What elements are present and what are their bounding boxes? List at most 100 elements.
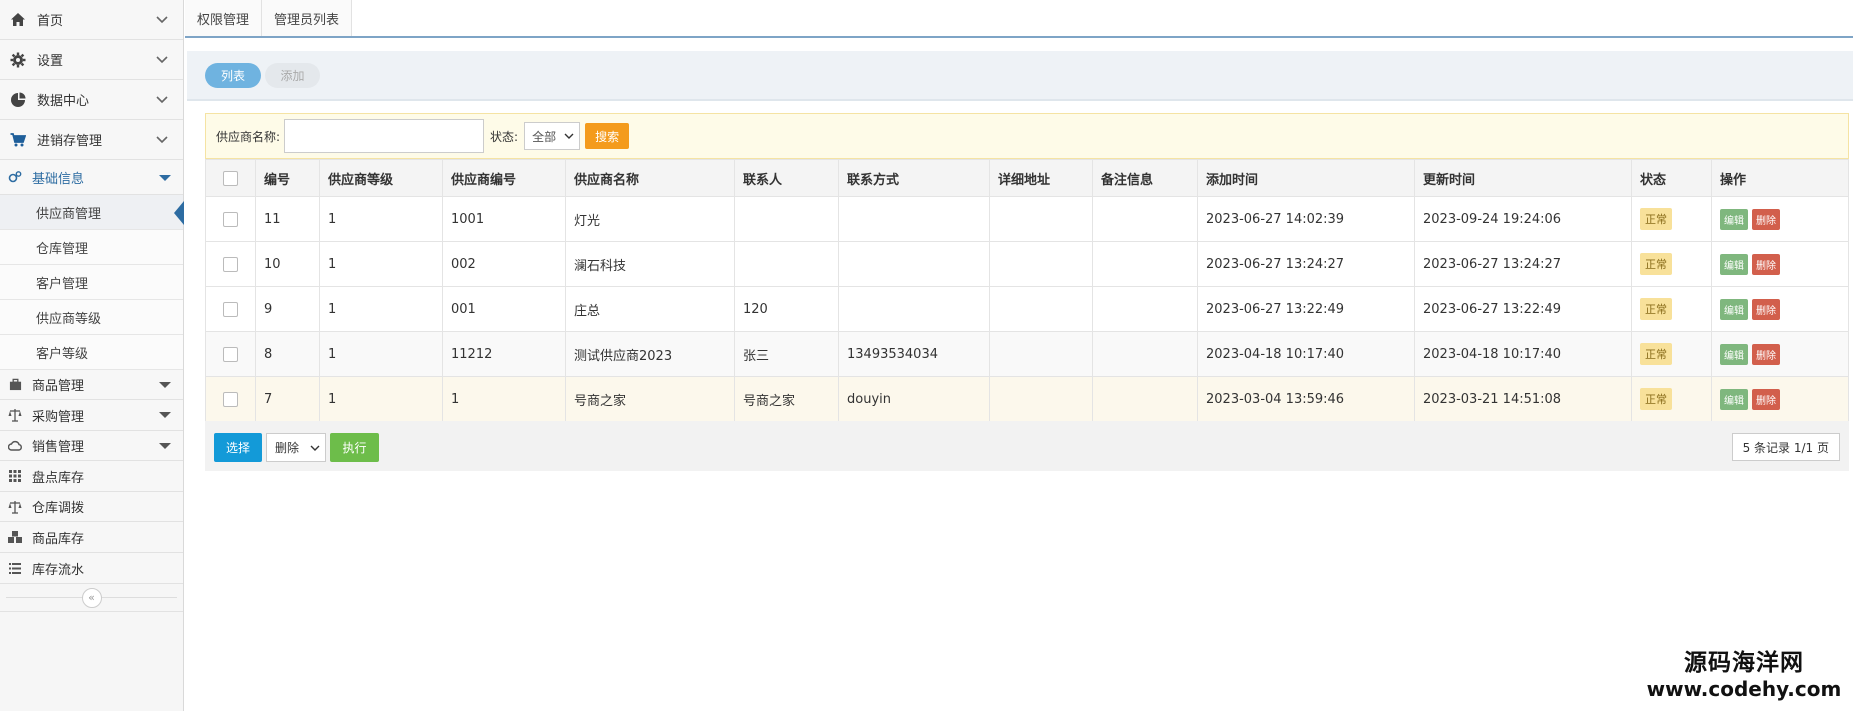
cell-actions: 编辑 删除 [1711, 286, 1849, 332]
chevron-down-icon [156, 96, 168, 104]
pie-chart-icon [8, 90, 28, 110]
delete-button[interactable]: 删除 [1752, 388, 1780, 410]
cell-updated: 2023-03-21 14:51:08 [1414, 376, 1632, 422]
search-bar: 供应商名称: 状态: 全部 搜索 [205, 113, 1849, 159]
status-badge: 正常 [1640, 388, 1672, 410]
row-checkbox[interactable] [223, 346, 238, 362]
cell-actions: 编辑 删除 [1711, 196, 1849, 242]
status-select[interactable]: 全部 [524, 122, 581, 150]
cell-actions: 编辑 删除 [1711, 376, 1849, 422]
cell-phone [838, 286, 990, 332]
nav-basic-info[interactable]: 基础信息 [0, 160, 183, 195]
nav-data-center-label: 数据中心 [37, 94, 90, 109]
cell-note [1092, 286, 1198, 332]
cell-contact [734, 241, 839, 287]
nav-supplier-level[interactable]: 供应商等级 [0, 300, 183, 335]
nav-warehouse-transfer[interactable]: 仓库调拨 [0, 492, 183, 522]
execute-button[interactable]: 执行 [330, 433, 379, 462]
row-select-cell [205, 241, 256, 287]
row-checkbox[interactable] [223, 211, 238, 227]
nav-customer-management[interactable]: 客户管理 [0, 265, 183, 300]
cell-level: 1 [319, 196, 443, 242]
cell-address [989, 286, 1093, 332]
cell-id: 9 [255, 286, 320, 332]
row-select-cell [205, 331, 256, 377]
header-note: 备注信息 [1092, 159, 1198, 197]
cell-id: 8 [255, 331, 320, 377]
nav-product-management[interactable]: 商品管理 [0, 370, 183, 400]
nav-supplier-management[interactable]: 供应商管理 [0, 195, 184, 230]
cell-phone: douyin [838, 376, 990, 422]
tab-admin-list[interactable]: 管理员列表 [262, 0, 353, 36]
cell-updated: 2023-06-27 13:22:49 [1414, 286, 1632, 332]
nav-data-center[interactable]: 数据中心 [0, 80, 183, 120]
nav-warehouse-transfer-label: 仓库调拨 [32, 501, 85, 516]
cart-icon [8, 130, 28, 150]
tab-list[interactable]: 列表 [205, 63, 261, 88]
tab-add[interactable]: 添加 [265, 63, 320, 88]
table-row: 8 1 11212 测试供应商2023 张三 13493534034 2023-… [205, 331, 1849, 377]
row-checkbox[interactable] [223, 301, 238, 317]
select-button[interactable]: 选择 [214, 433, 262, 462]
nav-sales-management-label: 销售管理 [32, 440, 85, 455]
header-updated: 更新时间 [1414, 159, 1632, 197]
cubes-icon [6, 528, 24, 546]
cell-contact: 号商之家 [734, 376, 839, 422]
supplier-name-input[interactable] [284, 119, 485, 153]
edit-button[interactable]: 编辑 [1720, 388, 1748, 410]
delete-button[interactable]: 删除 [1752, 343, 1780, 365]
nav-stock-ledger[interactable]: 库存流水 [0, 553, 183, 584]
status-badge: 正常 [1640, 253, 1672, 275]
nav-warehouse-management[interactable]: 仓库管理 [0, 230, 183, 265]
header-contact: 联系人 [734, 159, 839, 197]
nav-stocktake[interactable]: 盘点库存 [0, 461, 183, 492]
nav-sales-management[interactable]: 销售管理 [0, 431, 183, 461]
nav-purchase-management[interactable]: 采购管理 [0, 400, 183, 431]
cell-id: 11 [255, 196, 320, 242]
nav-home[interactable]: 首页 [0, 0, 183, 40]
delete-button[interactable]: 删除 [1752, 298, 1780, 320]
caret-down-icon [159, 443, 171, 449]
cell-phone [838, 196, 990, 242]
cell-code: 002 [442, 241, 566, 287]
nav-product-stock[interactable]: 商品库存 [0, 522, 183, 553]
table-row: 10 1 002 澜石科技 2023-06-27 13:24:27 2023-0… [205, 241, 1849, 287]
cell-level: 1 [319, 331, 443, 377]
supplier-name-label: 供应商名称: [216, 129, 281, 144]
cell-name: 测试供应商2023 [565, 331, 735, 377]
edit-button[interactable]: 编辑 [1720, 208, 1748, 230]
cell-address [989, 196, 1093, 242]
watermark: 源码海洋网 www.codehy.com [1641, 650, 1847, 702]
row-checkbox[interactable] [223, 391, 238, 407]
nav-customer-level[interactable]: 客户等级 [0, 335, 183, 370]
row-select-cell [205, 376, 256, 422]
gear-icon [8, 50, 28, 70]
cell-added: 2023-03-04 13:59:46 [1197, 376, 1415, 422]
header-code: 供应商编号 [442, 159, 566, 197]
edit-button[interactable]: 编辑 [1720, 253, 1748, 275]
briefcase-icon [6, 376, 24, 394]
edit-button[interactable]: 编辑 [1720, 343, 1748, 365]
select-all-checkbox[interactable] [223, 170, 238, 186]
sidebar-collapse-bar: « [0, 584, 183, 612]
cell-added: 2023-06-27 13:24:27 [1197, 241, 1415, 287]
watermark-title: 源码海洋网 [1684, 650, 1804, 676]
nav-settings[interactable]: 设置 [0, 40, 183, 80]
bulk-action-select[interactable]: 删除 [266, 433, 326, 462]
nav-inventory[interactable]: 进销存管理 [0, 120, 183, 160]
search-button[interactable]: 搜索 [585, 123, 630, 149]
nav-purchase-management-label: 采购管理 [32, 409, 85, 425]
tab-permission-management[interactable]: 权限管理 [185, 0, 263, 36]
header-id: 编号 [255, 159, 320, 197]
header-phone: 联系方式 [838, 159, 990, 197]
header-added: 添加时间 [1197, 159, 1415, 197]
delete-button[interactable]: 删除 [1752, 208, 1780, 230]
delete-button[interactable]: 删除 [1752, 253, 1780, 275]
cell-status: 正常 [1631, 331, 1712, 377]
supplier-table: 编号 供应商等级 供应商编号 供应商名称 联系人 联系方式 详细地址 备注信息 … [205, 159, 1849, 422]
nav-product-stock-label: 商品库存 [32, 531, 85, 547]
row-checkbox[interactable] [223, 256, 238, 272]
edit-button[interactable]: 编辑 [1720, 298, 1748, 320]
collapse-sidebar-button[interactable]: « [81, 587, 102, 608]
row-select-cell [205, 286, 256, 332]
